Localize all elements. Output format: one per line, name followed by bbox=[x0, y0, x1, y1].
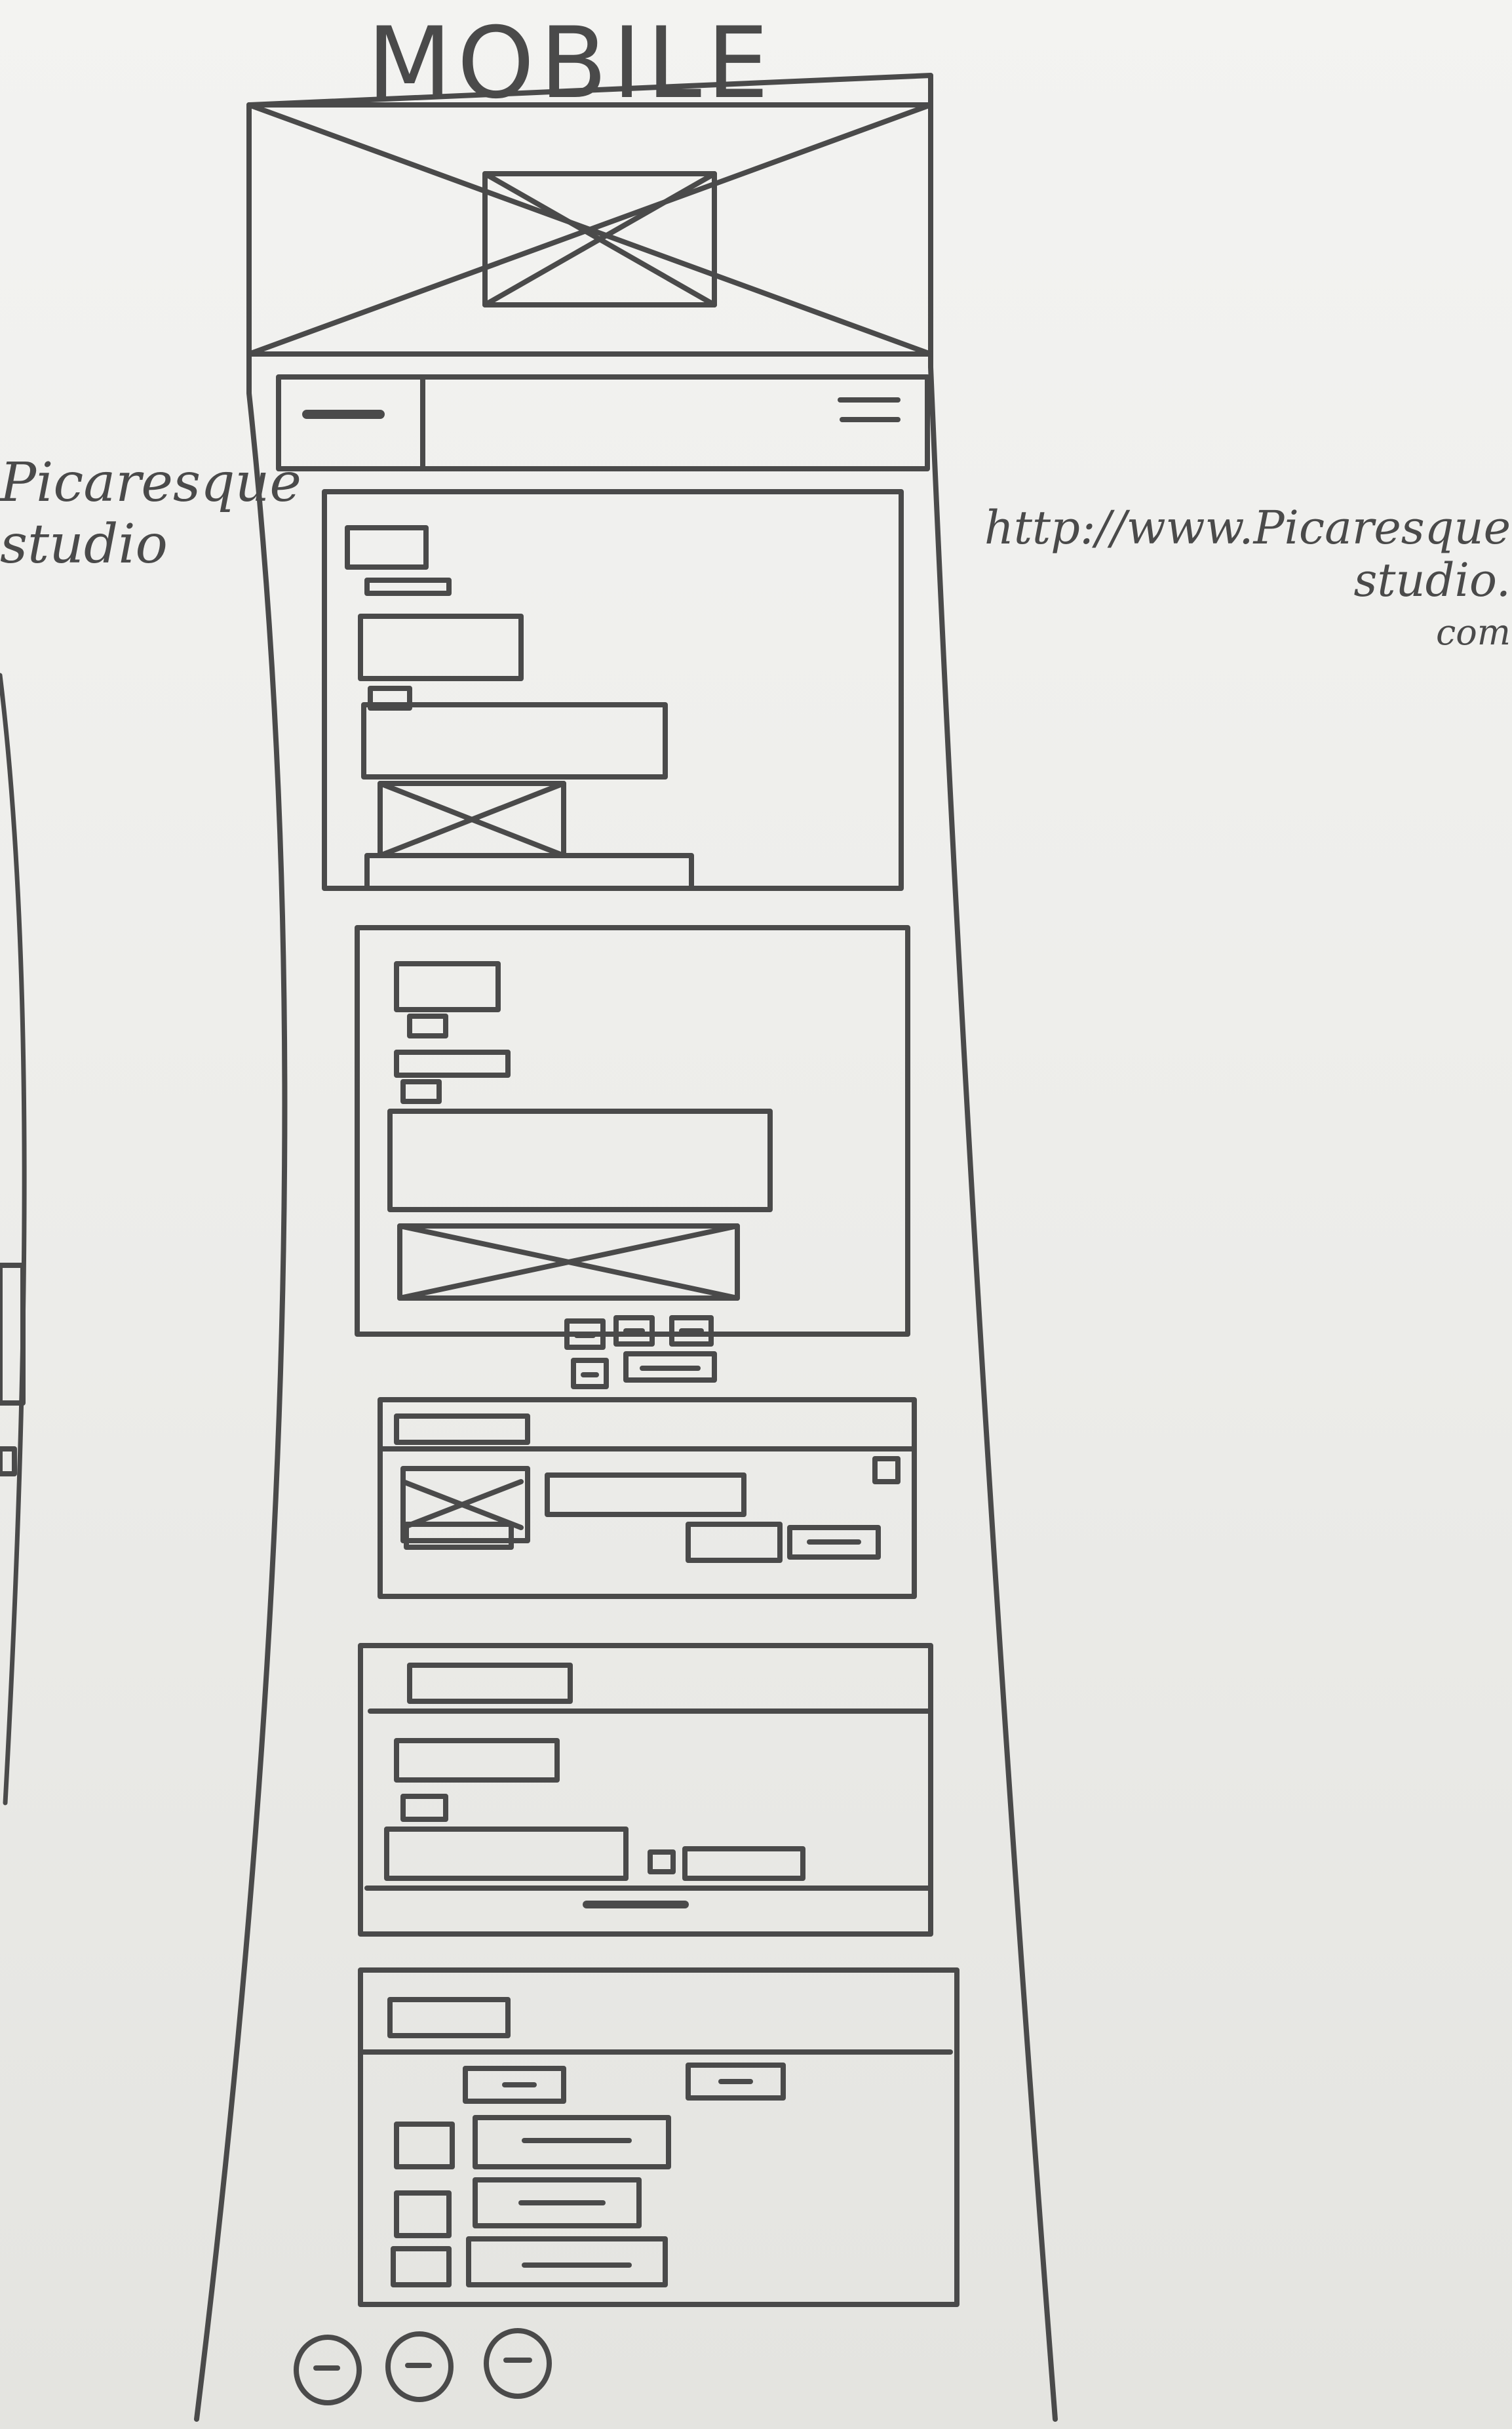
list-heading-block bbox=[387, 1997, 511, 2038]
list-item-icon-1 bbox=[394, 2122, 455, 2169]
intro-caption-block bbox=[364, 578, 452, 596]
wireframe-sketch bbox=[0, 73, 1058, 2422]
form-submit-button bbox=[682, 1846, 805, 1881]
cart-close-icon bbox=[872, 1456, 901, 1484]
features-small-block-2 bbox=[400, 1079, 442, 1104]
left-page-box bbox=[0, 1446, 17, 1476]
intro-heading-block bbox=[345, 525, 429, 570]
intro-image-placeholder bbox=[378, 781, 566, 858]
cart-qty-block bbox=[686, 1522, 783, 1563]
cart-heading-block bbox=[394, 1413, 530, 1445]
footer-social-icons bbox=[294, 2328, 552, 2405]
hamburger-menu-icon bbox=[836, 374, 901, 422]
left-page-fragment bbox=[0, 1263, 26, 1406]
form-label-block bbox=[394, 1738, 560, 1783]
hero-image-placeholder bbox=[246, 102, 933, 357]
form-heading-block bbox=[407, 1663, 573, 1704]
features-caption-block bbox=[394, 1050, 511, 1078]
list-item-label-3 bbox=[466, 2236, 668, 2287]
pagination-buttons bbox=[564, 1315, 717, 1389]
nav-bar bbox=[276, 374, 930, 471]
list-item-icon-2 bbox=[394, 2190, 452, 2238]
features-image-placeholder bbox=[397, 1223, 740, 1301]
intro-bottom-bar bbox=[364, 853, 694, 891]
form-checkbox bbox=[648, 1849, 676, 1874]
left-page-edge bbox=[0, 673, 27, 1806]
section-features bbox=[355, 925, 910, 1337]
section-list bbox=[358, 1967, 960, 2307]
cart-item-thumbs bbox=[404, 1522, 514, 1550]
features-text-block bbox=[387, 1109, 773, 1212]
section-intro bbox=[322, 489, 904, 891]
section-cart bbox=[378, 1397, 917, 1599]
form-input-block bbox=[384, 1827, 629, 1881]
intro-text-block bbox=[361, 702, 668, 780]
intro-subheading-block bbox=[358, 614, 524, 681]
section-form bbox=[358, 1643, 933, 1937]
features-small-block-1 bbox=[407, 1014, 448, 1038]
list-item-icon-3 bbox=[391, 2246, 452, 2287]
features-heading-block bbox=[394, 961, 501, 1012]
form-small-block bbox=[400, 1794, 448, 1822]
cart-item-title-block bbox=[545, 1472, 746, 1517]
